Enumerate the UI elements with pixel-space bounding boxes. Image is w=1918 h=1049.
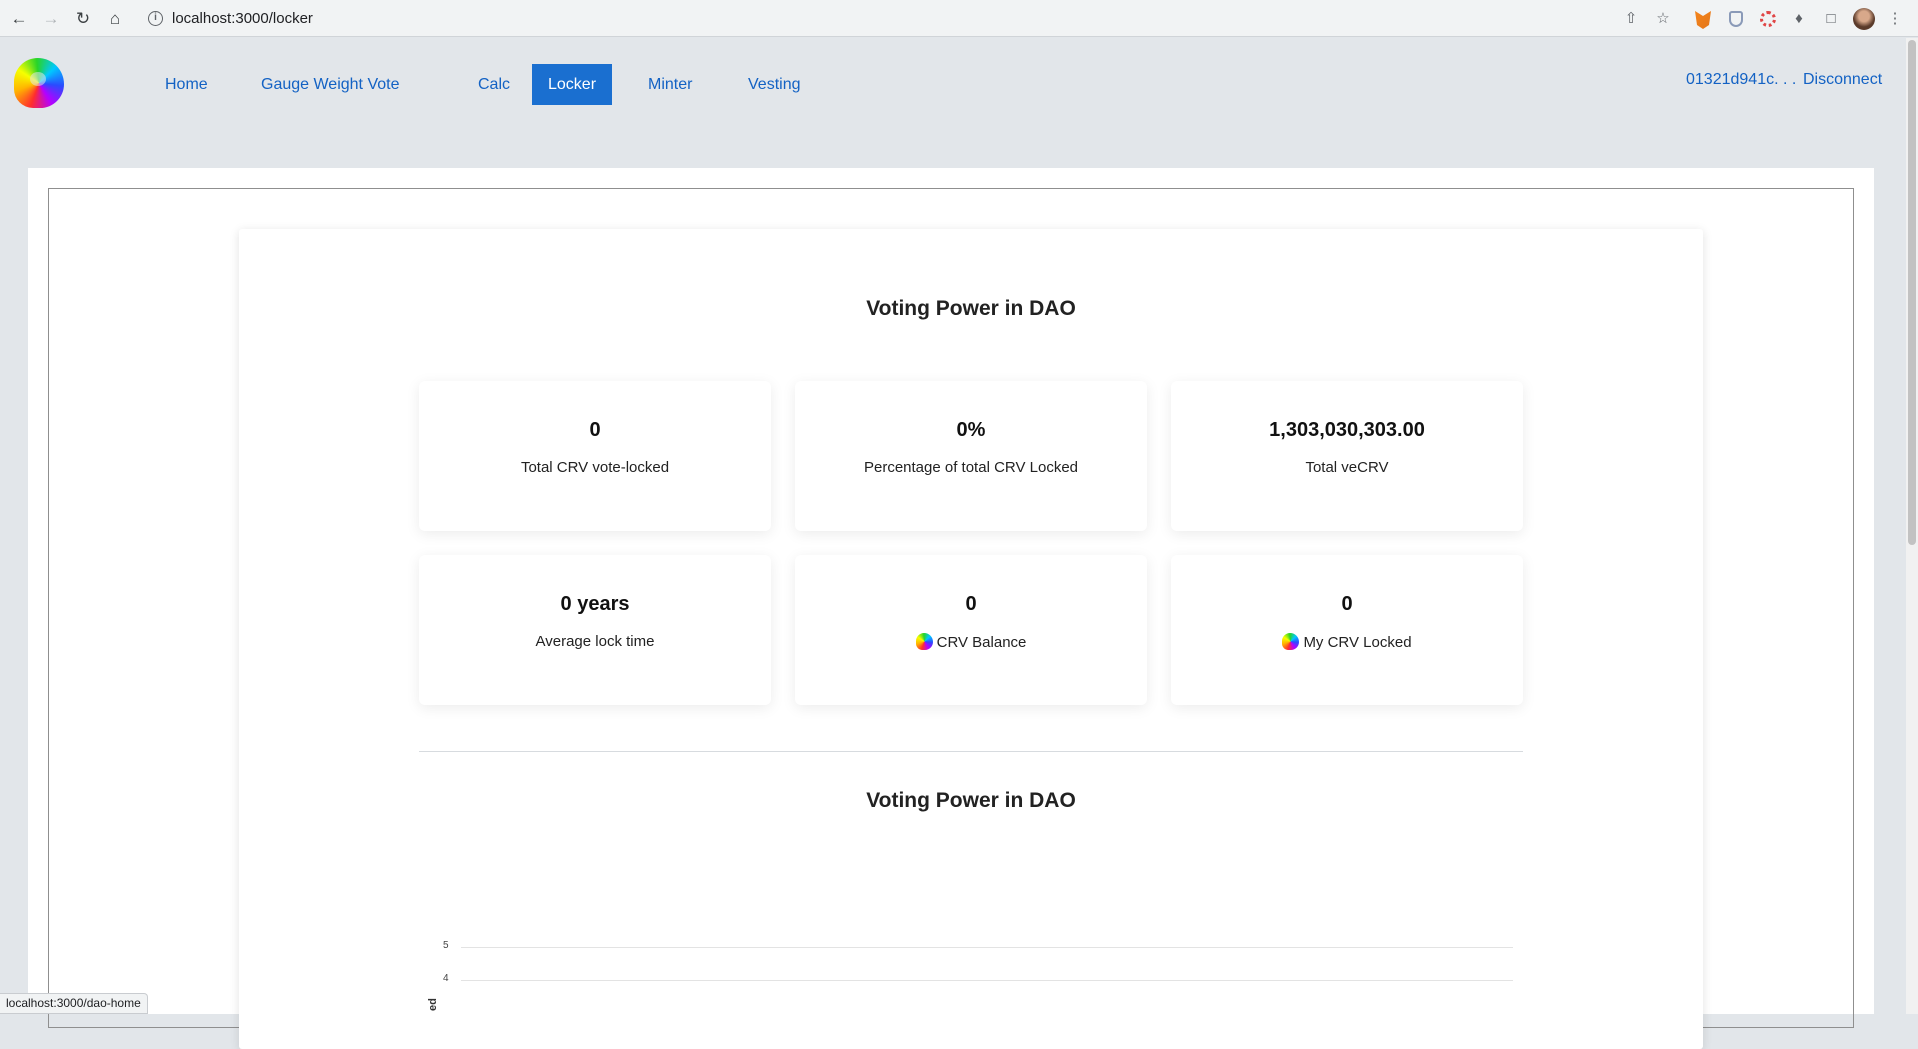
nav-minter[interactable]: Minter <box>632 64 708 105</box>
stat-value: 0 <box>965 593 977 615</box>
spinner-extension-icon[interactable] <box>1760 11 1776 27</box>
home-icon[interactable]: ⌂ <box>104 8 126 30</box>
nav-calc[interactable]: Calc <box>462 64 526 105</box>
nav-gauge-weight-vote[interactable]: Gauge Weight Vote <box>245 64 415 105</box>
forward-icon[interactable]: → <box>40 8 62 30</box>
stat-card-average-lock-time: 0 years Average lock time <box>419 555 771 705</box>
profile-avatar[interactable] <box>1853 8 1875 30</box>
stat-card-total-crv-locked: 0 Total CRV vote-locked <box>419 381 771 531</box>
bookmark-star-icon[interactable]: ☆ <box>1653 9 1673 29</box>
gridline <box>461 947 1513 948</box>
address-bar[interactable]: i localhost:3000/locker <box>140 6 1640 32</box>
stat-label: Average lock time <box>535 633 655 650</box>
y-axis-label: ed <box>427 998 439 1011</box>
more-menu-icon[interactable]: ⋮ <box>1885 9 1905 29</box>
stat-value: 0% <box>956 419 986 441</box>
voting-power-card: Voting Power in DAO 0 Total CRV vote-loc… <box>239 229 1703 1049</box>
stat-label: Total veCRV <box>1305 459 1389 476</box>
stat-label-row: CRV Balance <box>795 633 1147 651</box>
stat-label: Percentage of total CRV Locked <box>863 459 1079 476</box>
stat-label-row: My CRV Locked <box>1171 633 1523 651</box>
stat-card-my-crv-locked: 0 My CRV Locked <box>1171 555 1523 705</box>
curve-logo-icon[interactable] <box>14 58 64 108</box>
nav-vesting[interactable]: Vesting <box>732 64 816 105</box>
wallet-address[interactable]: 01321d941c. . . <box>1686 71 1796 89</box>
content-panel: Voting Power in DAO 0 Total CRV vote-loc… <box>28 168 1874 1049</box>
content-frame: Voting Power in DAO 0 Total CRV vote-loc… <box>48 188 1854 1049</box>
y-tick-label: 5 <box>443 940 449 951</box>
stat-label: Total CRV vote-locked <box>520 459 670 476</box>
scrollbar-thumb[interactable] <box>1908 40 1916 545</box>
chart-title: Voting Power in DAO <box>866 789 1076 812</box>
site-info-icon[interactable]: i <box>148 11 163 26</box>
gridline <box>461 980 1513 981</box>
stat-card-total-vecrv: 1,303,030,303.00 Total veCRV <box>1171 381 1523 531</box>
stat-value: 1,303,030,303.00 <box>1269 419 1425 441</box>
stat-card-crv-balance: 0 CRV Balance <box>795 555 1147 705</box>
page-title: Voting Power in DAO <box>866 297 1076 320</box>
nav-home[interactable]: Home <box>149 64 224 105</box>
metamask-extension-icon[interactable] <box>1695 11 1711 29</box>
sidebar-panel-icon[interactable]: □ <box>1821 9 1841 29</box>
reload-icon[interactable]: ↻ <box>72 8 94 30</box>
back-icon[interactable]: ← <box>8 8 30 30</box>
stat-label: CRV Balance <box>936 634 1027 651</box>
shield-extension-icon[interactable] <box>1729 11 1743 27</box>
section-divider <box>419 751 1523 752</box>
page-scrollbar[interactable] <box>1906 38 1918 1014</box>
y-tick-label: 4 <box>443 973 449 984</box>
crv-icon <box>915 633 933 650</box>
stat-value: 0 <box>589 419 601 441</box>
stat-value: 0 years <box>560 593 630 615</box>
stat-label: My CRV Locked <box>1303 634 1412 651</box>
disconnect-button[interactable]: Disconnect <box>1803 71 1882 89</box>
stat-value: 0 <box>1341 593 1353 615</box>
crv-icon <box>1282 633 1300 650</box>
stat-card-percentage-locked: 0% Percentage of total CRV Locked <box>795 381 1147 531</box>
url-text: localhost:3000/locker <box>172 10 313 27</box>
extensions-puzzle-icon[interactable]: ♦ <box>1789 9 1809 29</box>
browser-toolbar: ← → ↻ ⌂ i localhost:3000/locker ⇧ ☆ ♦ □ … <box>0 0 1918 37</box>
app-header: Home Gauge Weight Vote Calc Locker Minte… <box>0 38 1906 128</box>
nav-locker[interactable]: Locker <box>532 64 613 105</box>
link-status-tooltip: localhost:3000/dao-home <box>0 993 148 1014</box>
share-icon[interactable]: ⇧ <box>1621 9 1641 29</box>
